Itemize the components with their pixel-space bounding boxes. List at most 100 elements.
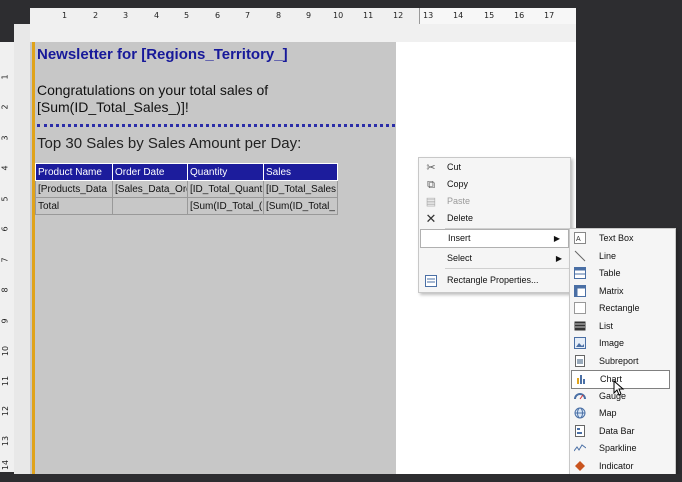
table-cell[interactable]: [Sum(ID_Total_( (187, 197, 264, 215)
ruler-tick: 3 (0, 135, 10, 141)
chart-icon (576, 373, 588, 385)
submenu-item-label: Data Bar (599, 426, 635, 436)
databar-icon (574, 425, 586, 437)
ruler-tick: 13 (423, 11, 434, 20)
window-top-strip (0, 0, 682, 8)
table-cell[interactable]: [Products_Data (35, 180, 113, 198)
ruler-tick: 2 (0, 104, 10, 110)
congrats-line: Congratulations on your total sales of (37, 82, 269, 98)
ruler-tick: 6 (215, 11, 221, 20)
table-cell[interactable]: Total (35, 197, 113, 215)
header-cell[interactable]: Sales (263, 163, 338, 181)
report-title[interactable]: Newsletter for [Regions_Territory_] (37, 46, 288, 63)
submenu-arrow-icon: ▶ (555, 254, 562, 263)
table-header-row: Product Name Order Date Quantity Sales (35, 163, 338, 181)
ruler-tick: 11 (363, 11, 374, 20)
ruler-tick: 14 (1, 459, 11, 471)
indicator-icon (574, 460, 586, 472)
submenu-item-label: List (599, 321, 614, 331)
ruler-tick: 9 (306, 11, 312, 20)
header-cell[interactable]: Product Name (35, 163, 113, 181)
ruler-tick: 13 (1, 435, 11, 447)
submenu-item-rectangle[interactable]: Rectangle (570, 300, 675, 317)
ruler-tick: 11 (1, 375, 11, 387)
submenu-item-label: Sparkline (599, 443, 637, 453)
status-bar (0, 474, 682, 482)
ruler-tick: 1 (62, 11, 68, 20)
ruler-tick: 7 (245, 11, 251, 20)
menu-item-rectangle-properties[interactable]: Rectangle Properties... (419, 272, 570, 289)
sales-table[interactable]: Product Name Order Date Quantity Sales [… (35, 163, 338, 215)
ruler-tick: 3 (123, 11, 129, 20)
horizontal-ruler: 1 2 3 4 5 6 7 8 9 10 11 12 13 14 15 16 1… (30, 8, 577, 25)
ruler-tick: 2 (93, 11, 99, 20)
table-cell[interactable]: [ID_Total_Quant (187, 180, 264, 198)
menu-item-label: Rectangle Properties... (447, 275, 539, 285)
scissors-icon: ✂ (426, 162, 436, 174)
congrats-textbox[interactable]: Congratulations on your total sales of [… (37, 82, 337, 116)
submenu-item-text-box[interactable]: A Text Box (570, 230, 675, 247)
submenu-item-list[interactable]: List (570, 318, 675, 335)
copy-icon: ⧉ (427, 179, 435, 191)
table-subtitle[interactable]: Top 30 Sales by Sales Amount per Day: (37, 135, 301, 152)
header-cell[interactable]: Quantity (187, 163, 264, 181)
submenu-item-data-bar[interactable]: Data Bar (570, 423, 675, 440)
submenu-item-image[interactable]: Image (570, 335, 675, 352)
subreport-icon (574, 355, 586, 367)
textbox-icon: A (574, 232, 586, 244)
menu-separator (445, 268, 569, 269)
menu-item-label: Cut (447, 162, 462, 172)
ruler-tick: 8 (0, 287, 10, 293)
submenu-item-label: Rectangle (599, 303, 640, 313)
selection-border (32, 42, 35, 474)
ruler-tick: 7 (0, 257, 10, 263)
table-cell[interactable]: [Sum(ID_Total_ (263, 197, 338, 215)
submenu-item-label: Line (599, 251, 617, 261)
context-menu: ✂ Cut ⧉ Copy ▤ Paste ✕ Delete Insert ▶ S… (418, 157, 571, 293)
submenu-item-table[interactable]: Table (570, 265, 675, 282)
menu-item-insert[interactable]: Insert ▶ (420, 229, 569, 248)
matrix-icon (574, 285, 586, 297)
table-row: [Products_Data [Sales_Data_Ord [ID_Total… (35, 180, 338, 198)
submenu-item-sparkline[interactable]: Sparkline (570, 440, 675, 457)
paste-icon: ▤ (425, 196, 437, 208)
ruler-tick: 14 (453, 11, 464, 20)
table-cell[interactable] (112, 197, 188, 215)
map-icon (574, 407, 586, 419)
submenu-item-label: Text Box (599, 233, 634, 243)
menu-item-paste[interactable]: ▤ Paste (419, 193, 570, 210)
table-cell[interactable]: [ID_Total_Sales (263, 180, 338, 198)
submenu-arrow-icon: ▶ (553, 234, 560, 243)
insert-submenu: A Text Box Line Table Matrix Rectangle L… (569, 228, 676, 478)
menu-item-cut[interactable]: ✂ Cut (419, 159, 570, 176)
menu-item-label: Insert (448, 233, 471, 243)
ruler-tick: 4 (154, 11, 160, 20)
menu-item-copy[interactable]: ⧉ Copy (419, 176, 570, 193)
menu-item-label: Select (447, 253, 473, 263)
submenu-item-line[interactable]: Line (570, 248, 675, 265)
dotted-divider-line[interactable] (37, 124, 395, 127)
submenu-item-map[interactable]: Map (570, 405, 675, 422)
menu-item-label: Paste (447, 196, 471, 206)
table-cell[interactable]: [Sales_Data_Ord (112, 180, 188, 198)
header-cell[interactable]: Order Date (112, 163, 188, 181)
submenu-item-label: Matrix (599, 286, 624, 296)
sparkline-icon (573, 442, 587, 454)
line-icon (574, 250, 586, 262)
svg-text:A: A (576, 236, 581, 243)
submenu-item-label: Indicator (599, 461, 634, 471)
delete-icon: ✕ (425, 211, 437, 226)
table-icon (574, 267, 586, 279)
table-total-row: Total [Sum(ID_Total_( [Sum(ID_Total_ (35, 197, 338, 215)
menu-item-select[interactable]: Select ▶ (419, 250, 570, 267)
submenu-item-label: Table (599, 268, 621, 278)
ruler-tick: 8 (276, 11, 282, 20)
submenu-item-indicator[interactable]: Indicator (570, 458, 675, 475)
congrats-expression: [Sum(ID_Total_Sales_)]! (37, 99, 189, 115)
menu-item-delete[interactable]: ✕ Delete (419, 210, 570, 227)
submenu-item-subreport[interactable]: Subreport (570, 353, 675, 370)
submenu-item-matrix[interactable]: Matrix (570, 283, 675, 300)
mouse-cursor-icon (613, 379, 625, 396)
rectangle-icon (574, 302, 586, 314)
ruler-tick: 15 (484, 11, 495, 20)
